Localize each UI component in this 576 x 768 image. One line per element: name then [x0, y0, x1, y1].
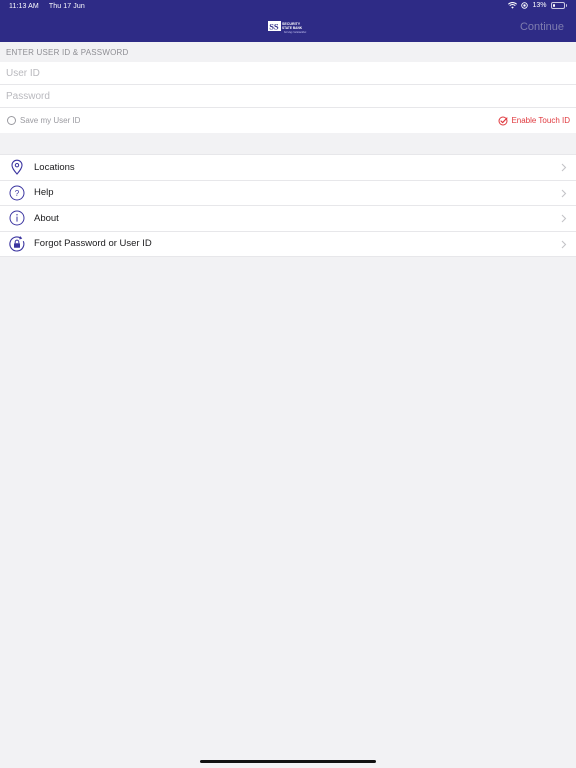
question-circle-icon: ?: [9, 185, 25, 201]
menu-item-label: Locations: [34, 161, 75, 173]
password-field[interactable]: [6, 90, 576, 102]
wifi-icon: [508, 2, 518, 9]
save-user-id-radio[interactable]: [7, 116, 16, 125]
svg-text:Serving Communities: Serving Communities: [284, 31, 306, 34]
login-form: Save my User ID Enable Touch ID: [0, 62, 576, 133]
battery-percentage: 13%: [532, 2, 547, 9]
menu-item-locations[interactable]: Locations: [0, 155, 576, 181]
chevron-right-icon: [561, 189, 567, 197]
navigation-bar: 11:13 AM Thu 17 Jun 13% SS SECURITY STAT…: [0, 0, 576, 42]
menu-item-help[interactable]: ? Help: [0, 181, 576, 206]
menu-item-forgot-password[interactable]: Forgot Password or User ID: [0, 232, 576, 257]
chevron-right-icon: [561, 214, 567, 223]
location-services-icon: [521, 2, 529, 9]
chevron-right-icon: [561, 240, 567, 248]
enable-touch-id-option[interactable]: Enable Touch ID: [498, 116, 570, 126]
save-user-id-label: Save my User ID: [20, 116, 81, 125]
menu-item-about[interactable]: About: [0, 206, 576, 232]
check-circle-icon: [498, 116, 509, 125]
password-row: [0, 85, 576, 108]
status-time: 11:13 AM: [9, 3, 39, 10]
home-indicator[interactable]: [200, 760, 376, 763]
status-date: Thu 17 Jun: [48, 3, 85, 10]
svg-text:SS: SS: [269, 21, 279, 31]
menu-item-label: Forgot Password or User ID: [34, 238, 152, 250]
status-indicators: 13%: [508, 2, 567, 9]
bank-logo: SS SECURITY STATE BANK Serving Communiti…: [268, 21, 306, 34]
save-user-id-option[interactable]: Save my User ID: [7, 116, 80, 125]
menu-item-label: Help: [34, 187, 54, 199]
location-pin-icon: [9, 159, 25, 176]
login-section-title: ENTER USER ID & PASSWORD: [6, 48, 129, 57]
login-options-row: Save my User ID Enable Touch ID: [0, 108, 576, 133]
status-time-date: 11:13 AM Thu 17 Jun: [9, 3, 85, 10]
menu-item-label: About: [34, 212, 59, 224]
svg-text:STATE BANK: STATE BANK: [282, 26, 303, 30]
info-circle-icon: [9, 210, 25, 226]
lock-reset-icon: [9, 236, 25, 252]
options-menu: Locations ? Help About Forgot Password o…: [0, 154, 576, 257]
enable-touch-id-label: Enable Touch ID: [511, 116, 570, 125]
user-id-field[interactable]: [6, 67, 576, 79]
chevron-right-icon: [561, 163, 567, 172]
user-id-row: [0, 62, 576, 85]
battery-icon: [550, 2, 565, 9]
continue-button[interactable]: Continue: [520, 21, 564, 33]
svg-text:?: ?: [15, 189, 20, 198]
